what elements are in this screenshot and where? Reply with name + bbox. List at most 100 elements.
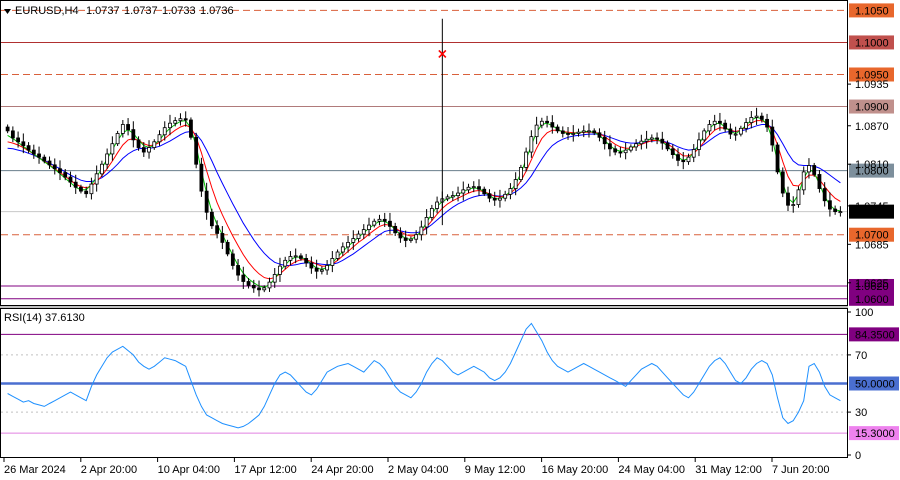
candle-body <box>178 118 183 122</box>
candle-body <box>733 133 738 136</box>
candle-body <box>157 134 162 143</box>
candle-body <box>602 136 607 145</box>
level-tag-text: 1.0900 <box>855 102 889 114</box>
candle-body <box>518 167 523 180</box>
candle-body <box>388 220 392 227</box>
candle-body <box>84 190 89 195</box>
level-tag-text: 1.1000 <box>855 37 889 49</box>
rsi-tick-label: 100 <box>855 307 873 319</box>
candle-body <box>513 179 518 189</box>
candle-body <box>89 183 94 195</box>
rsi-tick-label: 30 <box>855 407 867 419</box>
candle-body <box>16 137 20 143</box>
candle-body <box>152 141 157 148</box>
candle-body <box>828 200 832 210</box>
rsi-tick-label: 70 <box>855 350 867 362</box>
price-tick-label: 1.0685 <box>855 239 889 251</box>
time-tick-label: 2 May 04:00 <box>388 464 449 476</box>
candle-body <box>257 287 261 291</box>
candle-body <box>37 153 41 158</box>
candle-body <box>147 147 151 153</box>
time-tick-label: 24 Apr 20:00 <box>311 464 373 476</box>
candle-body <box>555 126 560 132</box>
candle-body <box>838 211 843 214</box>
time-tick-label: 10 Apr 04:00 <box>158 464 220 476</box>
candle-body <box>251 284 256 289</box>
level-tag-text: 1.1050 <box>855 5 889 17</box>
candle-body <box>655 137 659 140</box>
candle-body <box>278 265 282 275</box>
candle-body <box>225 241 230 255</box>
candle-body <box>686 156 691 163</box>
candle-body <box>524 151 529 168</box>
candle-body <box>749 117 754 123</box>
candle-body <box>110 143 115 155</box>
candle-body <box>367 224 371 230</box>
time-tick-label: 31 May 12:00 <box>695 464 762 476</box>
time-tick-label: 16 May 20:00 <box>542 464 609 476</box>
candle-body <box>529 136 534 153</box>
candle-body <box>634 143 639 148</box>
candle-body <box>623 149 628 154</box>
candle-body <box>738 127 743 135</box>
candle-body <box>765 118 769 128</box>
candle-body <box>241 274 246 282</box>
candle-body <box>435 201 439 209</box>
ohlc-low: 1.0733 <box>162 5 196 17</box>
price-panel-frame <box>0 0 848 306</box>
candle-body <box>807 165 811 173</box>
rsi-tick-label: 0 <box>855 450 861 462</box>
candle-body <box>691 149 696 158</box>
candle-body <box>545 120 549 123</box>
ohlc-high: 1.0737 <box>124 5 158 17</box>
candle-body <box>770 126 775 146</box>
candle-body <box>58 168 62 173</box>
candle-body <box>560 130 565 134</box>
candle-body <box>534 124 539 138</box>
candle-body <box>215 225 220 234</box>
candle-body <box>597 132 602 138</box>
symbol-label[interactable]: EURUSD,H4 <box>15 5 79 17</box>
panel-separator[interactable] <box>0 306 848 308</box>
candle-body <box>267 281 272 289</box>
candle-body <box>398 232 403 239</box>
candle-body <box>618 151 623 154</box>
candle-body <box>754 115 759 118</box>
candle-body <box>801 171 806 191</box>
candle-body <box>173 120 178 124</box>
candle-body <box>587 130 591 133</box>
candle-body <box>346 241 350 248</box>
candle-body <box>812 165 817 175</box>
candle-body <box>822 188 827 202</box>
candle-body <box>697 139 701 150</box>
candle-body <box>393 225 398 234</box>
candle-body <box>445 196 450 200</box>
candle-body <box>356 233 361 239</box>
time-tick-label: 24 May 04:00 <box>618 464 685 476</box>
candle-body <box>712 120 717 125</box>
candle-body <box>728 128 733 135</box>
candle-body <box>429 208 434 218</box>
candle-body <box>288 256 293 261</box>
candle-body <box>681 159 686 163</box>
rsi-level-tag-text: 84.3500 <box>855 329 895 341</box>
candle-body <box>786 192 790 206</box>
candle-body <box>141 147 146 153</box>
candle-body <box>676 154 680 161</box>
candle-body <box>566 133 570 135</box>
candle-body <box>419 226 424 236</box>
rsi-title: RSI(14) 37.6130 <box>4 312 85 324</box>
candle-body <box>31 149 36 155</box>
candle-body <box>304 258 309 264</box>
candle-body <box>817 174 822 189</box>
candle-body <box>508 188 513 195</box>
candle-body <box>168 122 172 129</box>
candle-body <box>115 133 120 145</box>
candle-body <box>592 130 597 134</box>
chart-canvas: 1.10501.10001.09501.09001.08001.07001.06… <box>0 0 899 476</box>
level-tag-text: 1.0600 <box>855 294 889 306</box>
candle-body <box>194 136 199 165</box>
candle-body <box>319 269 324 272</box>
candle-body <box>414 234 419 240</box>
ohlc-open: 1.0737 <box>86 5 120 17</box>
